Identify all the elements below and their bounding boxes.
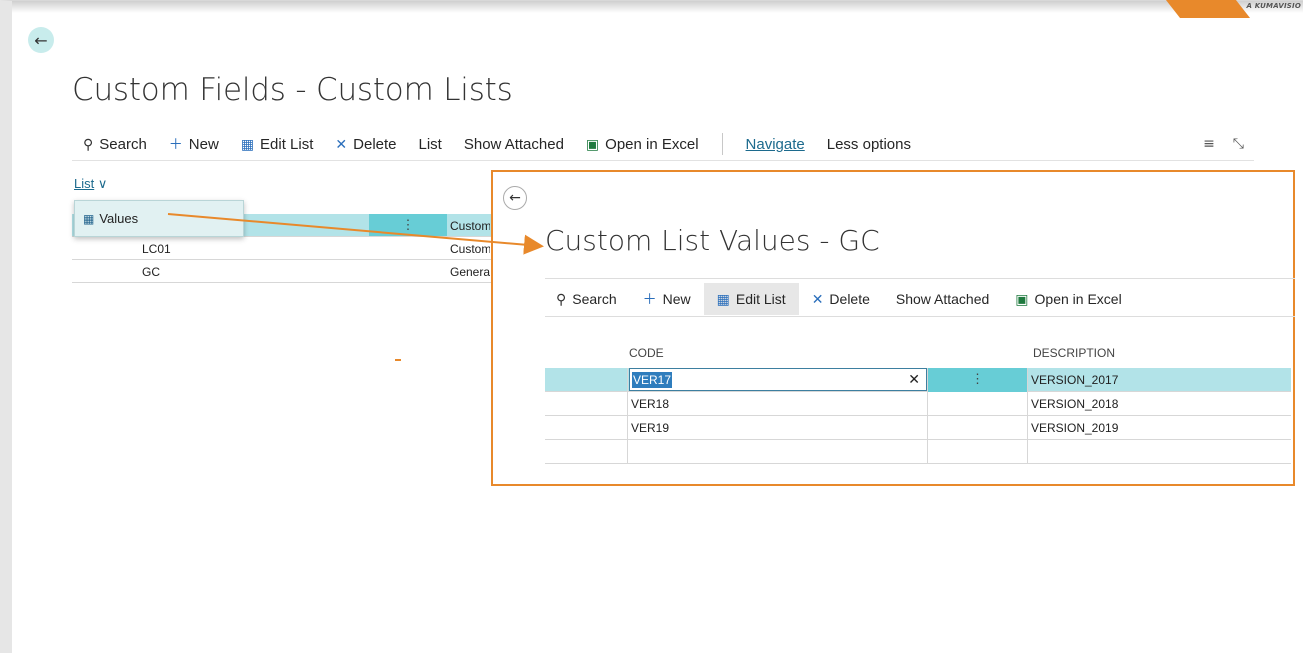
table-icon: ▦ [83, 211, 95, 226]
row-description: Custom [450, 242, 490, 256]
divider [545, 316, 1295, 317]
edit-list-label: Edit List [735, 291, 786, 307]
less-options-label: Less options [826, 135, 911, 153]
ellipsis-icon[interactable]: ⋮ [369, 214, 447, 236]
values-grid: CODE DESCRIPTION VER17 ✕ ⋮ VERSION_2017 … [545, 340, 1291, 464]
list-label: List [418, 135, 442, 153]
action-cell [928, 392, 1028, 416]
code-cell[interactable]: VER18 [628, 392, 928, 416]
row-code: GC [142, 265, 160, 279]
description-cell[interactable] [1028, 440, 1291, 464]
search-icon: ⚲ [83, 135, 94, 152]
row-code: LC01 [142, 242, 171, 256]
delete-button[interactable]: ✕ Delete [799, 283, 883, 315]
row-selector[interactable] [545, 440, 628, 464]
list-dropdown-menu: ▦ Values [74, 200, 244, 237]
brand-logo-mark [1165, 0, 1251, 18]
annotation-mark [395, 359, 401, 361]
ellipsis-icon[interactable]: ⋮ [928, 368, 1028, 392]
table-row[interactable]: GC General [72, 260, 492, 283]
edit-list-icon: ▦ [240, 135, 255, 152]
plus-icon: ＋ [642, 291, 657, 307]
list-view-icon[interactable]: ≡ [1203, 136, 1215, 152]
plus-icon: ＋ [168, 136, 183, 152]
list-filter-label: List [74, 176, 95, 191]
back-arrow-icon[interactable]: ← [503, 186, 527, 210]
code-cell[interactable] [628, 440, 928, 464]
table-row[interactable]: VER18 VERSION_2018 [545, 392, 1291, 416]
new-label: New [188, 135, 219, 153]
row-description: General [450, 265, 490, 279]
table-row[interactable]: VER17 ✕ ⋮ VERSION_2017 [545, 368, 1291, 392]
list-filter-menu[interactable]: List ∨ [74, 176, 107, 192]
navigate-tab[interactable]: Navigate [735, 129, 816, 159]
clear-icon[interactable]: ✕ [908, 371, 920, 388]
open-excel-label: Open in Excel [1034, 291, 1122, 307]
code-value: VER17 [632, 372, 673, 388]
edit-list-label: Edit List [260, 135, 314, 153]
search-button[interactable]: ⚲ Search [543, 283, 630, 315]
search-button[interactable]: ⚲ Search [72, 129, 158, 159]
menu-item-values[interactable]: ▦ Values [83, 211, 138, 226]
edit-list-icon: ▦ [716, 290, 730, 307]
action-cell [928, 416, 1028, 440]
navigate-label: Navigate [745, 135, 805, 153]
edit-list-button[interactable]: ▦ Edit List [703, 283, 799, 315]
table-row[interactable] [545, 440, 1291, 464]
row-selector[interactable] [545, 392, 628, 416]
page-title: Custom Fields - Custom Lists [72, 72, 513, 108]
open-excel-label: Open in Excel [605, 135, 699, 153]
delete-label: Delete [353, 135, 397, 153]
show-attached-label: Show Attached [895, 291, 990, 307]
code-cell[interactable]: VER19 [628, 416, 928, 440]
show-attached-button[interactable]: Show Attached [453, 129, 575, 159]
search-icon: ⚲ [556, 290, 567, 307]
open-in-excel-button[interactable]: ▣ Open in Excel [1002, 283, 1134, 315]
action-cell [928, 440, 1028, 464]
excel-icon: ▣ [1015, 290, 1029, 307]
chevron-down-icon: ∨ [97, 176, 108, 191]
subpage-action-bar: ⚲ Search ＋ New ▦ Edit List ✕ Delete Show… [543, 282, 1135, 316]
column-header-code[interactable]: CODE [629, 346, 664, 360]
row-description: Custom [450, 219, 490, 233]
delete-label: Delete [829, 291, 870, 307]
new-button[interactable]: ＋ New [158, 129, 230, 159]
table-row[interactable]: LC01 Custom [72, 237, 492, 260]
search-label: Search [572, 291, 617, 307]
row-selector[interactable] [545, 368, 628, 392]
column-header-description[interactable]: DESCRIPTION [1033, 346, 1115, 360]
description-cell[interactable]: VERSION_2019 [1028, 416, 1291, 440]
code-edit-field[interactable]: VER17 ✕ [629, 368, 927, 391]
show-attached-button[interactable]: Show Attached [883, 283, 1002, 315]
delete-button[interactable]: ✕ Delete [324, 129, 407, 159]
collapse-icon[interactable]: ⤡ [1233, 136, 1244, 152]
grid-header: CODE DESCRIPTION [545, 340, 1291, 368]
description-cell[interactable]: VERSION_2018 [1028, 392, 1291, 416]
new-button[interactable]: ＋ New [630, 283, 704, 315]
open-in-excel-button[interactable]: ▣ Open in Excel [575, 129, 710, 159]
table-row[interactable]: VER19 VERSION_2019 [545, 416, 1291, 440]
subpage-title: Custom List Values - GC [545, 224, 880, 257]
row-selector[interactable] [545, 416, 628, 440]
show-attached-label: Show Attached [463, 135, 564, 153]
custom-list-values-panel: ← Custom List Values - GC ⚲ Search ＋ New… [491, 170, 1295, 486]
divider [545, 278, 1295, 279]
menu-item-values-label: Values [99, 211, 139, 226]
search-label: Search [99, 135, 147, 153]
delete-x-icon: ✕ [335, 135, 348, 152]
action-bar: ⚲ Search ＋ New ▦ Edit List ✕ Delete List… [72, 128, 1254, 160]
action-separator [721, 133, 723, 155]
view-controls: ≡ ⤡ [1203, 136, 1254, 152]
excel-icon: ▣ [585, 135, 600, 152]
brand-logo-text: A KUMAVISIO [1246, 2, 1301, 10]
less-options-button[interactable]: Less options [816, 129, 922, 159]
list-button[interactable]: List [408, 129, 453, 159]
delete-x-icon: ✕ [811, 290, 824, 307]
description-cell[interactable]: VERSION_2017 [1028, 368, 1291, 392]
new-label: New [662, 291, 691, 307]
edit-list-button[interactable]: ▦ Edit List [230, 129, 325, 159]
back-arrow-icon[interactable]: ← [28, 27, 54, 53]
top-shadow [12, 1, 1303, 13]
